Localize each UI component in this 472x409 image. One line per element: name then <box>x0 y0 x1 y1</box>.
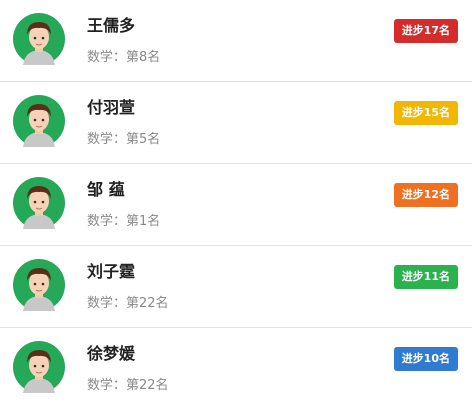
progress-badge: 进步11名 <box>393 265 458 289</box>
student-name: 邹 蕴 <box>87 180 125 199</box>
subject-rank: 数学：第22名 <box>87 378 169 393</box>
student-name: 徐梦媛 <box>87 344 136 363</box>
list-item[interactable]: 刘子霆 数学：第22名 进步11名 <box>0 246 472 328</box>
progress-badge: 进步15名 <box>393 101 458 125</box>
list-item[interactable]: 邹 蕴 数学：第1名 进步12名 <box>0 164 472 246</box>
subject-rank: 数学：第8名 <box>87 50 161 65</box>
user-avatar-icon <box>13 259 65 311</box>
list-item[interactable]: 徐梦媛 数学：第22名 进步10名 <box>0 328 472 409</box>
student-name: 付羽萱 <box>87 98 136 117</box>
student-name: 刘子霆 <box>87 262 136 281</box>
list-item[interactable]: 王儒多 数学：第8名 进步17名 <box>0 0 472 82</box>
student-name: 王儒多 <box>87 16 136 35</box>
progress-ranking-list: 王儒多 数学：第8名 进步17名 付羽萱 数学：第5名 进步15名 邹 蕴 数学… <box>0 0 472 409</box>
progress-badge: 进步17名 <box>393 19 458 43</box>
subject-rank: 数学：第22名 <box>87 296 169 311</box>
user-avatar-icon <box>13 13 65 65</box>
progress-badge: 进步10名 <box>393 347 458 371</box>
progress-badge: 进步12名 <box>393 183 458 207</box>
list-item[interactable]: 付羽萱 数学：第5名 进步15名 <box>0 82 472 164</box>
user-avatar-icon <box>13 177 65 229</box>
subject-rank: 数学：第1名 <box>87 214 161 229</box>
subject-rank: 数学：第5名 <box>87 132 161 147</box>
user-avatar-icon <box>13 341 65 393</box>
user-avatar-icon <box>13 95 65 147</box>
